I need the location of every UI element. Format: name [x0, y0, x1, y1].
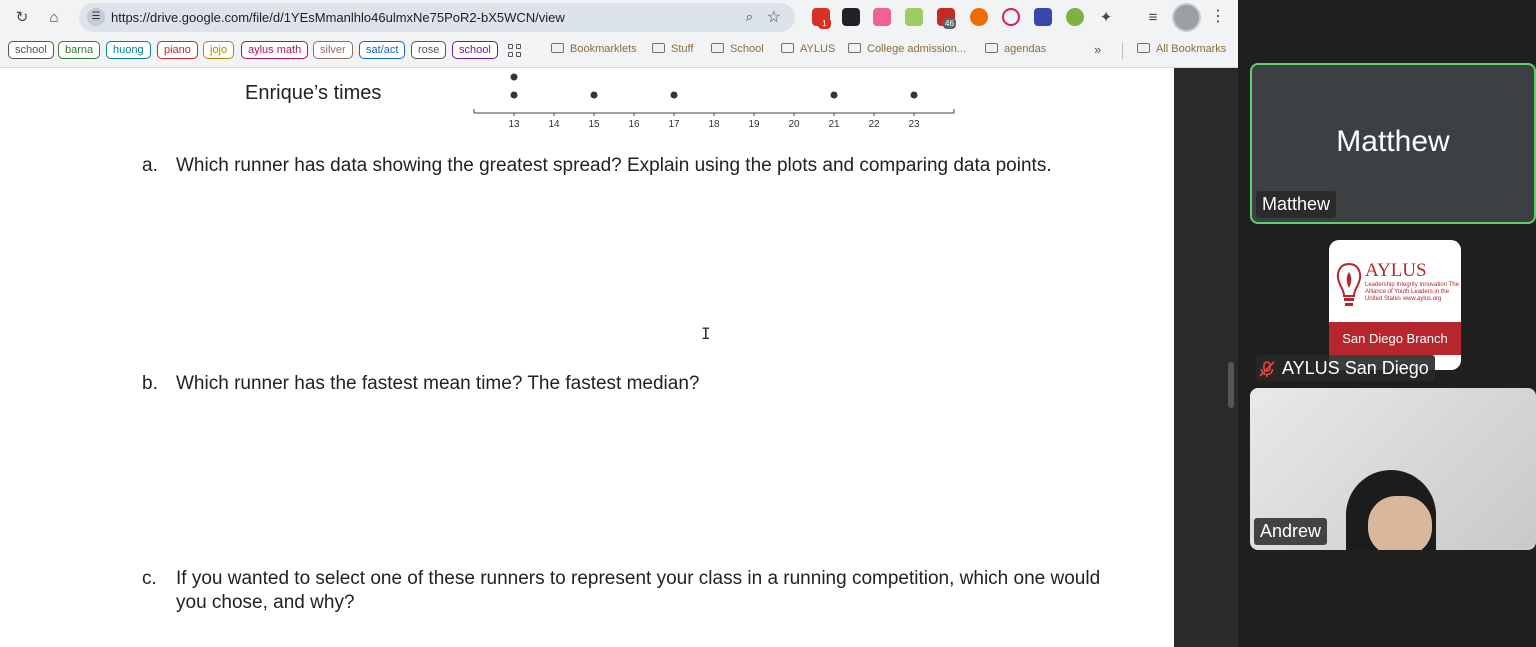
dot-plot-tick-label: 15 — [588, 119, 600, 130]
dot-plot-tick-label: 20 — [788, 119, 800, 130]
menu-kebab-icon[interactable]: ⋮ — [1210, 6, 1226, 26]
extension-badge: 46 — [943, 18, 956, 29]
bookmark-folder[interactable]: School — [711, 43, 764, 55]
extension-icon-4[interactable] — [905, 8, 923, 26]
bookmark-star-icon[interactable]: ☆ — [767, 7, 781, 27]
bookmark-chip[interactable]: jojo — [203, 41, 235, 59]
dot-plot-tick-label: 21 — [828, 119, 840, 130]
question-text: Which runner has data showing the greate… — [176, 155, 1052, 176]
gmail-badge: 1 — [818, 18, 831, 29]
folder-icon — [1137, 43, 1150, 53]
extension-icon-3[interactable] — [873, 8, 891, 26]
question-letter: b. — [142, 373, 158, 394]
dot-plot-tick-label: 13 — [508, 119, 520, 130]
home-icon[interactable]: ⌂ — [42, 6, 66, 30]
bookmark-chip[interactable]: school — [452, 41, 498, 59]
play-extension-icon[interactable] — [1002, 8, 1020, 26]
folder-icon — [652, 43, 665, 53]
media-control-icon[interactable]: ≡ — [1141, 6, 1165, 30]
more-bookmarks-chevron-icon[interactable]: » — [1094, 42, 1101, 57]
bookmarks-bar: school barna huong piano jojo aylus math… — [0, 35, 1238, 68]
dot-plot-tick-label: 23 — [908, 119, 920, 130]
extension-icon-2[interactable] — [842, 8, 860, 26]
question-letter: a. — [142, 155, 158, 176]
screen: ↻ ⌂ ☰ https://drive.google.com/file/d/1Y… — [0, 0, 1536, 647]
bookmark-chip[interactable]: piano — [157, 41, 198, 59]
participant-name-tag: Andrew — [1254, 518, 1328, 545]
question-letter: c. — [142, 568, 157, 589]
url-text[interactable]: https://drive.google.com/file/d/1YEsMman… — [111, 10, 565, 25]
dot-plot-tick-label: 19 — [748, 119, 760, 130]
participant-tile-matthew[interactable]: Matthew Matthew — [1250, 63, 1536, 224]
question-text: If you wanted to select one of these run… — [176, 568, 1101, 613]
folder-icon — [551, 43, 564, 53]
all-bookmarks-folder[interactable]: All Bookmarks — [1137, 43, 1226, 55]
site-settings-icon[interactable]: ☰ — [87, 8, 105, 26]
profile-avatar[interactable] — [1172, 3, 1201, 32]
address-bar[interactable]: ☰ https://drive.google.com/file/d/1YEsMm… — [79, 3, 795, 32]
extensions-puzzle-icon[interactable]: ✦ — [1094, 6, 1118, 30]
aylus-branch-band: San Diego Branch — [1329, 322, 1461, 355]
extension-icon-8[interactable] — [1034, 8, 1052, 26]
dot-plot-point — [670, 91, 678, 99]
aylus-logo-wordmark: AYLUS — [1365, 260, 1427, 281]
participant-name-tag: AYLUS San Diego — [1256, 355, 1435, 381]
dot-plot-tick-label: 22 — [868, 119, 880, 130]
bookmark-chip[interactable]: barna — [58, 41, 101, 59]
apps-grid-icon[interactable] — [508, 44, 522, 58]
bookmark-chip[interactable]: school — [8, 41, 54, 59]
dot-plot-point — [590, 91, 598, 99]
bookmark-chip[interactable]: aylus math — [241, 41, 309, 59]
zoom-icon[interactable]: ⌕ — [746, 9, 753, 25]
bookmark-chip[interactable]: rose — [411, 41, 447, 59]
enrique-dot-plot: 13 14 15 16 17 18 19 20 21 22 23 — [473, 73, 955, 130]
bookmark-chip[interactable]: huong — [106, 41, 151, 59]
folder-icon — [711, 43, 724, 53]
bookmark-chip[interactable]: silver — [313, 41, 353, 59]
torch-bulb-icon — [1336, 262, 1362, 306]
extension-icon-6[interactable] — [970, 8, 988, 26]
participant-name-tag: Matthew — [1256, 191, 1337, 218]
dot-plot-point — [510, 73, 518, 81]
participant-video-face — [1368, 496, 1432, 550]
folder-icon — [781, 43, 794, 53]
dot-plot-point — [910, 91, 918, 99]
folder-icon — [848, 43, 861, 53]
dot-plot-label: Enrique’s times — [245, 82, 382, 104]
dot-plot-tick-label: 18 — [708, 119, 720, 130]
text-cursor-icon: I — [701, 324, 711, 343]
scrollbar-thumb[interactable] — [1228, 362, 1234, 408]
dot-plot-tick-label: 16 — [628, 119, 640, 130]
bookmark-folder[interactable]: Stuff — [652, 43, 693, 55]
mic-muted-icon — [1259, 361, 1275, 377]
browser-toolbar: ↻ ⌂ ☰ https://drive.google.com/file/d/1Y… — [0, 0, 1238, 35]
reload-icon[interactable]: ↻ — [10, 6, 34, 30]
bookmark-folder[interactable]: Bookmarklets — [551, 43, 637, 55]
aylus-logo: AYLUS Leadership Integrity Innovation Th… — [1329, 240, 1461, 370]
dot-plot-tick-label: 14 — [548, 119, 560, 130]
bookmark-folder[interactable]: AYLUS — [781, 43, 835, 55]
bookmarks-divider — [1122, 43, 1123, 59]
dot-plot-point — [830, 91, 838, 99]
dot-plot-tick-label: 17 — [668, 119, 680, 130]
bookmark-chip[interactable]: sat/act — [359, 41, 406, 59]
participant-display-name: Matthew — [1336, 125, 1450, 158]
viewer-dark-margin — [1174, 68, 1238, 647]
folder-icon — [985, 43, 998, 53]
question-text: Which runner has the fastest mean time? … — [176, 373, 700, 394]
bookmark-folder[interactable]: agendas — [985, 43, 1046, 55]
extension-icon-9[interactable] — [1066, 8, 1084, 26]
browser-window: ↻ ⌂ ☰ https://drive.google.com/file/d/1Y… — [0, 0, 1238, 647]
aylus-logo-tagline: Leadership Integrity Innovation The Alli… — [1365, 282, 1459, 302]
dot-plot-point — [510, 91, 518, 99]
bookmark-folder[interactable]: College admission... — [848, 43, 966, 55]
